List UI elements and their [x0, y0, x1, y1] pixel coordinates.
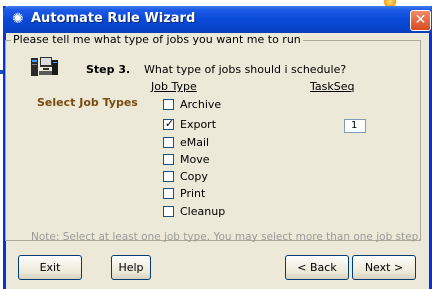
checkbox[interactable] [163, 136, 174, 148]
close-icon: ✕ [414, 12, 427, 28]
help-button[interactable]: Help [111, 255, 151, 280]
check-mark-icon: ✓ [164, 116, 175, 130]
taskseq-header: TaskSeq [310, 80, 355, 93]
checkbox-label: Cleanup [180, 204, 226, 218]
job-type-checkbox-print[interactable]: Print [163, 186, 205, 200]
taskseq-input-export[interactable]: 1 [344, 119, 366, 133]
select-job-types-label: Select Job Types [37, 96, 138, 109]
checkbox[interactable] [163, 187, 174, 199]
title-bar[interactable]: ✺ Automate Rule Wizard ✕ [3, 6, 432, 33]
server-computer-icon [31, 57, 58, 76]
checkbox-label: Export [180, 117, 217, 131]
checkbox-label: Move [180, 152, 210, 166]
window-title: Automate Rule Wizard [31, 11, 196, 26]
job-type-checkbox-copy[interactable]: Copy [163, 169, 208, 183]
checkbox-label: Print [180, 186, 206, 200]
job-type-checkbox-move[interactable]: Move [163, 152, 210, 166]
back-button[interactable]: < Back [285, 255, 349, 280]
checkbox[interactable] [163, 98, 174, 110]
job-type-checkbox-email[interactable]: eMail [163, 135, 209, 149]
job-type-header: Job Type [151, 80, 197, 93]
job-type-checkbox-cleanup[interactable]: Cleanup [163, 204, 225, 218]
checkbox-label: eMail [180, 135, 210, 149]
checkbox[interactable]: ✓ [163, 116, 175, 130]
next-button[interactable]: Next > [352, 255, 416, 280]
group-box-label: Please tell me what type of jobs you wan… [11, 33, 303, 46]
checkbox-label: Copy [180, 169, 208, 183]
checkbox-label: Archive [180, 97, 222, 111]
note-text: Note: Select at least one job type. You … [31, 231, 422, 243]
checkbox[interactable] [163, 170, 174, 182]
checkbox[interactable] [163, 153, 174, 165]
step-question: What type of jobs should i schedule? [144, 63, 347, 76]
step-label: Step 3. [86, 63, 131, 76]
job-type-checkbox-archive[interactable]: Archive [163, 97, 221, 111]
close-button[interactable]: ✕ [410, 10, 431, 31]
exit-button[interactable]: Exit [18, 255, 82, 280]
checkbox[interactable] [163, 205, 174, 217]
gear-icon: ✺ [12, 11, 24, 27]
job-type-checkbox-export[interactable]: ✓ Export [163, 117, 216, 131]
